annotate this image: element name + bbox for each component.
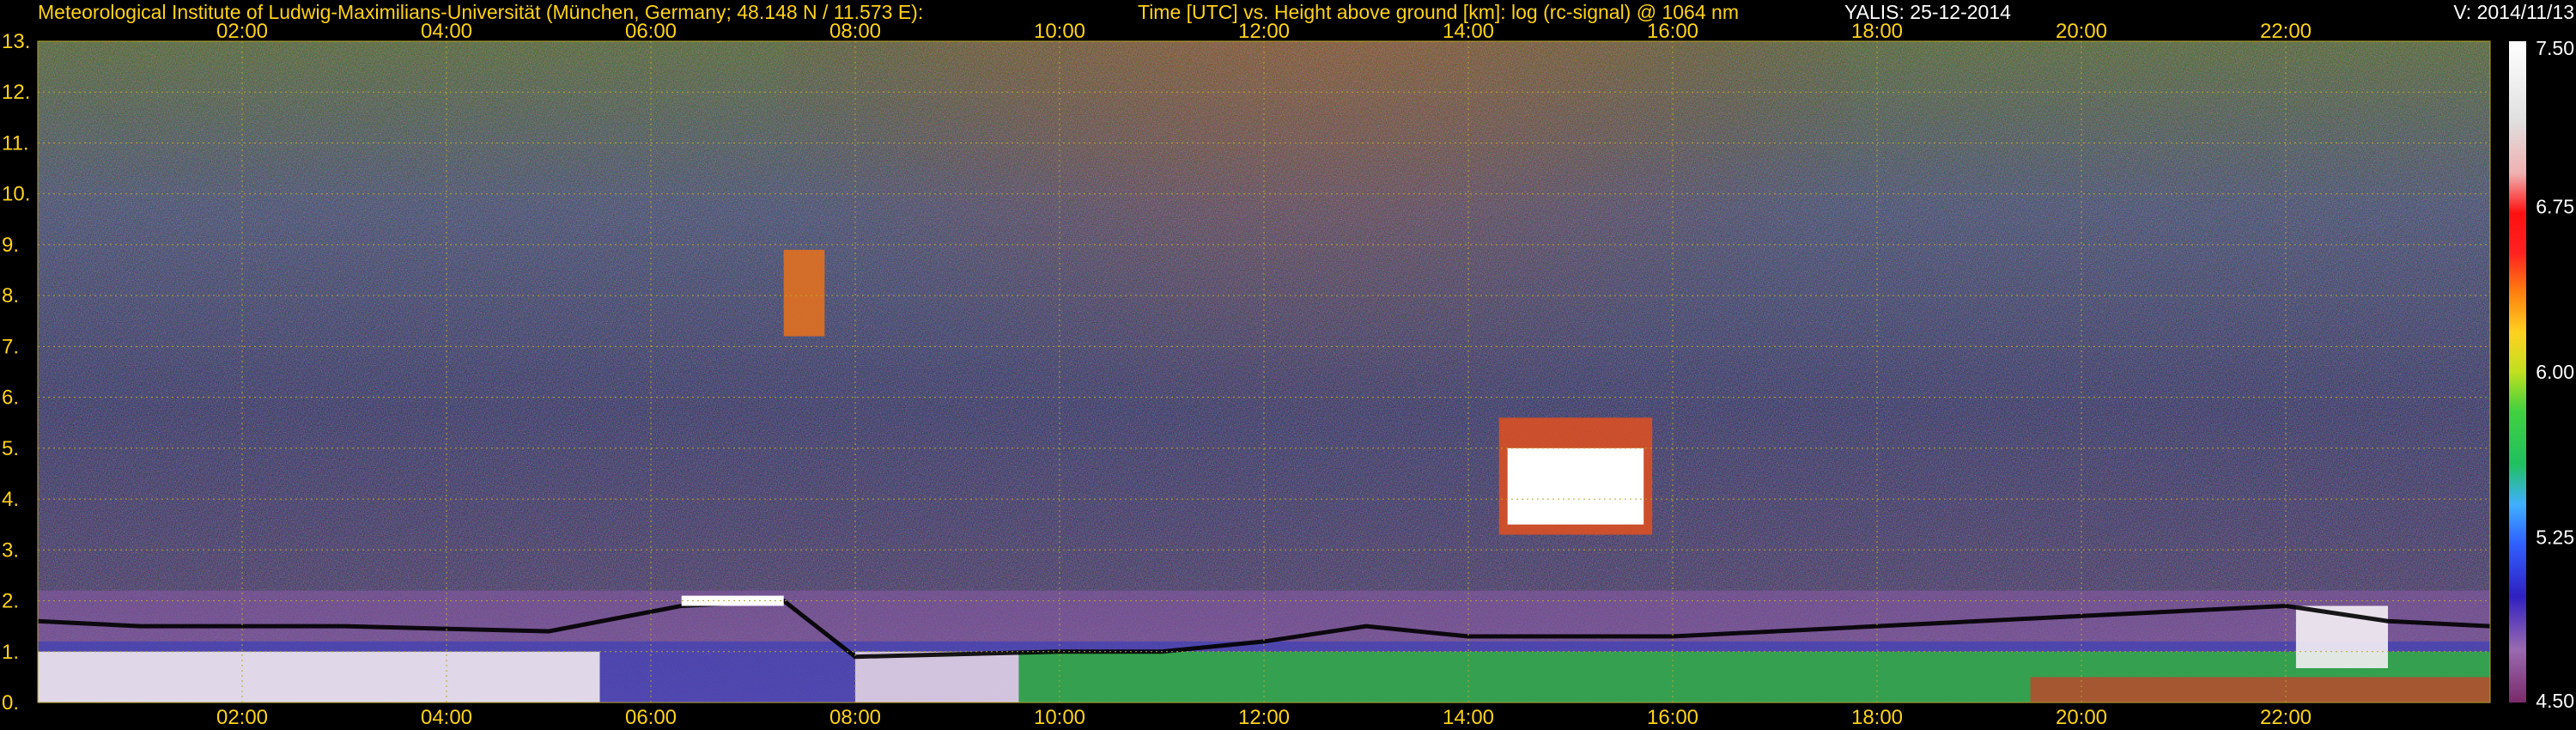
x-tick-label-bottom: 06:00 <box>625 706 677 729</box>
boundary-layer-red-evening <box>2030 677 2490 703</box>
colorbar-scale <box>2509 41 2526 703</box>
x-tick-label-top: 14:00 <box>1443 20 1494 43</box>
y-tick-label: 0. <box>2 691 19 715</box>
x-tick-label-top: 16:00 <box>1647 20 1698 43</box>
x-tick-label-top: 18:00 <box>1851 20 1903 43</box>
x-tick-label-top: 04:00 <box>421 20 472 43</box>
y-tick-label: 7. <box>2 335 19 358</box>
lidar-quicklook-chart: Meteorological Institute of Ludwig-Maxim… <box>2 1 2574 729</box>
mid-level-cloud-core <box>1507 447 1644 525</box>
x-tick-label-top: 12:00 <box>1238 20 1290 43</box>
cloud-layer-2km <box>681 595 784 606</box>
y-tick-label: 3. <box>2 538 19 562</box>
y-tick-label: 10. <box>2 183 30 206</box>
y-tick-label: 4. <box>2 488 19 511</box>
y-tick-label: 5. <box>2 437 19 460</box>
cirrus-streak <box>783 249 825 337</box>
y-tick-label: 9. <box>2 234 19 257</box>
colorbar-tick-label: 7.50 <box>2536 37 2574 59</box>
colorbar-ticks: 4.50 5.25 6.00 6.75 7.50 <box>2536 37 2574 712</box>
colorbar-tick-label: 4.50 <box>2536 690 2574 712</box>
x-axis-ticks-bottom: 02:00 04:00 06:00 08:00 10:00 12:00 14:00 16:00… <box>216 706 2312 729</box>
y-tick-label: 2. <box>2 590 19 613</box>
y-tick-label: 12. <box>2 81 30 104</box>
x-tick-label-bottom: 08:00 <box>829 706 881 729</box>
x-tick-label-top: 22:00 <box>2260 20 2312 43</box>
y-tick-label: 6. <box>2 386 19 410</box>
header-institute: Meteorological Institute of Ludwig-Maxim… <box>38 1 923 23</box>
plot-area <box>38 41 2490 703</box>
colorbar-tick-label: 6.00 <box>2536 361 2574 383</box>
x-tick-label-top: 02:00 <box>216 20 268 43</box>
x-tick-label-bottom: 12:00 <box>1238 706 1290 729</box>
colorbar-tick-label: 6.75 <box>2536 196 2574 218</box>
x-axis-ticks-top: 02:00 04:00 06:00 08:00 10:00 12:00 14:00 16:00… <box>216 20 2312 43</box>
x-tick-label-bottom: 18:00 <box>1851 706 1903 729</box>
x-tick-label-bottom: 10:00 <box>1034 706 1085 729</box>
colorbar-tick-label: 5.25 <box>2536 526 2574 549</box>
boundary-layer-white-morning <box>38 651 600 703</box>
x-tick-label-top: 20:00 <box>2056 20 2107 43</box>
boundary-layer-white-midmorning <box>855 651 1019 703</box>
x-tick-label-top: 10:00 <box>1034 20 1085 43</box>
y-tick-label: 1. <box>2 641 19 664</box>
x-tick-label-bottom: 14:00 <box>1443 706 1494 729</box>
x-tick-label-bottom: 16:00 <box>1647 706 1698 729</box>
x-tick-label-top: 08:00 <box>829 20 881 43</box>
x-tick-label-bottom: 02:00 <box>216 706 268 729</box>
colorbar: 4.50 5.25 6.00 6.75 7.50 <box>2509 37 2574 712</box>
x-tick-label-bottom: 22:00 <box>2260 706 2312 729</box>
x-tick-label-top: 06:00 <box>625 20 677 43</box>
x-tick-label-bottom: 04:00 <box>421 706 472 729</box>
y-tick-label: 11. <box>2 131 29 155</box>
y-tick-label: 8. <box>2 284 19 307</box>
y-axis-ticks: 0. 1. 2. 3. 4. 5. 6. 7. 8. 9. 10. 11. 12. 13. <box>2 30 30 715</box>
y-tick-label: 13. <box>2 30 30 53</box>
header-version: V: 2014/11/13 <box>2453 1 2574 23</box>
x-tick-label-bottom: 20:00 <box>2056 706 2107 729</box>
